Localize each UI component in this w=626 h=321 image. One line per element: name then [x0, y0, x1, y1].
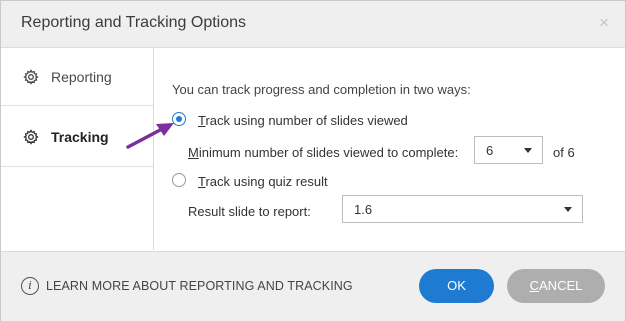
close-icon[interactable]: ×	[599, 14, 609, 32]
gear-icon	[23, 68, 39, 85]
dialog-title: Reporting and Tracking Options	[21, 14, 247, 31]
reporting-tracking-dialog: Reporting and Tracking Options × Reporti…	[0, 0, 626, 321]
chevron-down-icon	[564, 207, 572, 212]
info-icon: i	[21, 277, 39, 295]
tracking-panel: You can track progress and completion in…	[155, 48, 625, 250]
gear-icon	[23, 128, 39, 145]
result-slide-label: Result slide to report:	[188, 204, 311, 219]
cancel-button[interactable]: CANCEL	[507, 269, 605, 303]
intro-text: You can track progress and completion in…	[172, 82, 471, 97]
chevron-down-icon	[524, 148, 532, 153]
sidebar-item-label: Tracking	[51, 128, 109, 145]
sidebar-item-reporting[interactable]: Reporting	[1, 48, 153, 106]
result-slide-value: 1.6	[354, 202, 373, 217]
min-slides-value: 6	[486, 143, 494, 158]
min-slides-select[interactable]: 6	[474, 136, 543, 164]
min-slides-label: Minimum number of slides viewed to compl…	[188, 145, 459, 160]
ok-button[interactable]: OK	[419, 269, 494, 303]
radio-track-quiz[interactable]	[172, 173, 186, 187]
learn-more-link[interactable]: LEARN MORE ABOUT REPORTING AND TRACKING	[46, 279, 353, 293]
result-slide-select[interactable]: 1.6	[342, 195, 583, 223]
sidebar-item-label: Reporting	[51, 68, 112, 85]
dialog-footer: i LEARN MORE ABOUT REPORTING AND TRACKIN…	[1, 251, 625, 321]
slides-total-label: of 6	[553, 145, 575, 160]
track-slides-label[interactable]: Track using number of slides viewed	[198, 113, 408, 128]
track-quiz-label[interactable]: Track using quiz result	[198, 174, 328, 189]
dialog-titlebar: Reporting and Tracking Options ×	[1, 1, 625, 48]
annotation-arrow-icon	[126, 123, 174, 149]
